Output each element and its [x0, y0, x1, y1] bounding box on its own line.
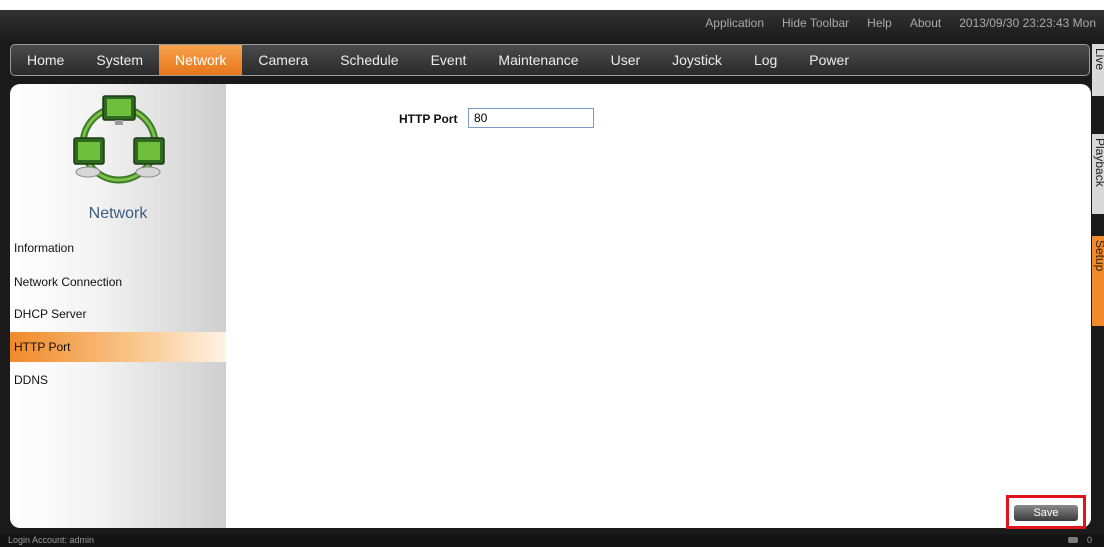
side-tab-setup[interactable]: Setup [1092, 236, 1104, 326]
sidebar-title: Network [88, 205, 148, 222]
nav-home[interactable]: Home [11, 45, 80, 75]
toolbar-link-application[interactable]: Application [705, 16, 764, 30]
main-nav: Home System Network Camera Schedule Even… [10, 44, 1090, 76]
status-bar: Login Account: admin 0 [0, 534, 1104, 547]
save-button[interactable]: Save [1014, 505, 1078, 521]
http-port-input[interactable] [468, 108, 594, 128]
save-highlight-box: Save [1006, 495, 1086, 529]
sidebar-item-ddns[interactable]: DDNS [10, 365, 226, 395]
sidebar-item-network-connection[interactable]: Network Connection [10, 267, 226, 297]
nav-camera[interactable]: Camera [242, 45, 324, 75]
nav-event[interactable]: Event [415, 45, 483, 75]
datetime-display: 2013/09/30 23:23:43 Mon [959, 16, 1096, 30]
top-toolbar: Application Hide Toolbar Help About 2013… [0, 0, 1104, 39]
sidebar-item-http-port[interactable]: HTTP Port [10, 332, 226, 362]
login-account-text: Login Account: admin [8, 535, 95, 545]
nav-log[interactable]: Log [738, 45, 793, 75]
http-port-label: HTTP Port [399, 112, 458, 126]
nav-user[interactable]: User [595, 45, 657, 75]
user-count: 0 [1086, 535, 1092, 545]
user-count-icon [1068, 537, 1078, 543]
nav-joystick[interactable]: Joystick [656, 45, 738, 75]
nav-system[interactable]: System [80, 45, 159, 75]
sidebar-item-information[interactable]: Information [10, 233, 226, 263]
nav-network[interactable]: Network [159, 45, 243, 75]
top-white-band [0, 0, 1104, 10]
toolbar-link-help[interactable]: Help [867, 16, 892, 30]
nav-maintenance[interactable]: Maintenance [482, 45, 594, 75]
toolbar-links: Application Hide Toolbar Help About 2013… [705, 16, 1096, 30]
side-tab-playback[interactable]: Playback [1092, 134, 1104, 214]
content-panel: HTTP Port [226, 84, 1091, 528]
nav-schedule[interactable]: Schedule [324, 45, 414, 75]
side-tab-live-label: Live [1093, 48, 1104, 71]
sidebar: Network Information Network Connection D… [10, 84, 226, 528]
toolbar-link-about[interactable]: About [910, 16, 941, 30]
network-icon [72, 94, 166, 186]
side-tab-live[interactable]: Live [1092, 44, 1104, 96]
sidebar-item-dhcp-server[interactable]: DHCP Server [10, 299, 226, 329]
side-tab-playback-label: Playback [1093, 138, 1104, 187]
toolbar-link-hide-toolbar[interactable]: Hide Toolbar [782, 16, 849, 30]
side-tab-setup-label: Setup [1093, 240, 1104, 272]
side-tabs: Live Playback Setup [1092, 44, 1104, 534]
nav-power[interactable]: Power [793, 45, 865, 75]
